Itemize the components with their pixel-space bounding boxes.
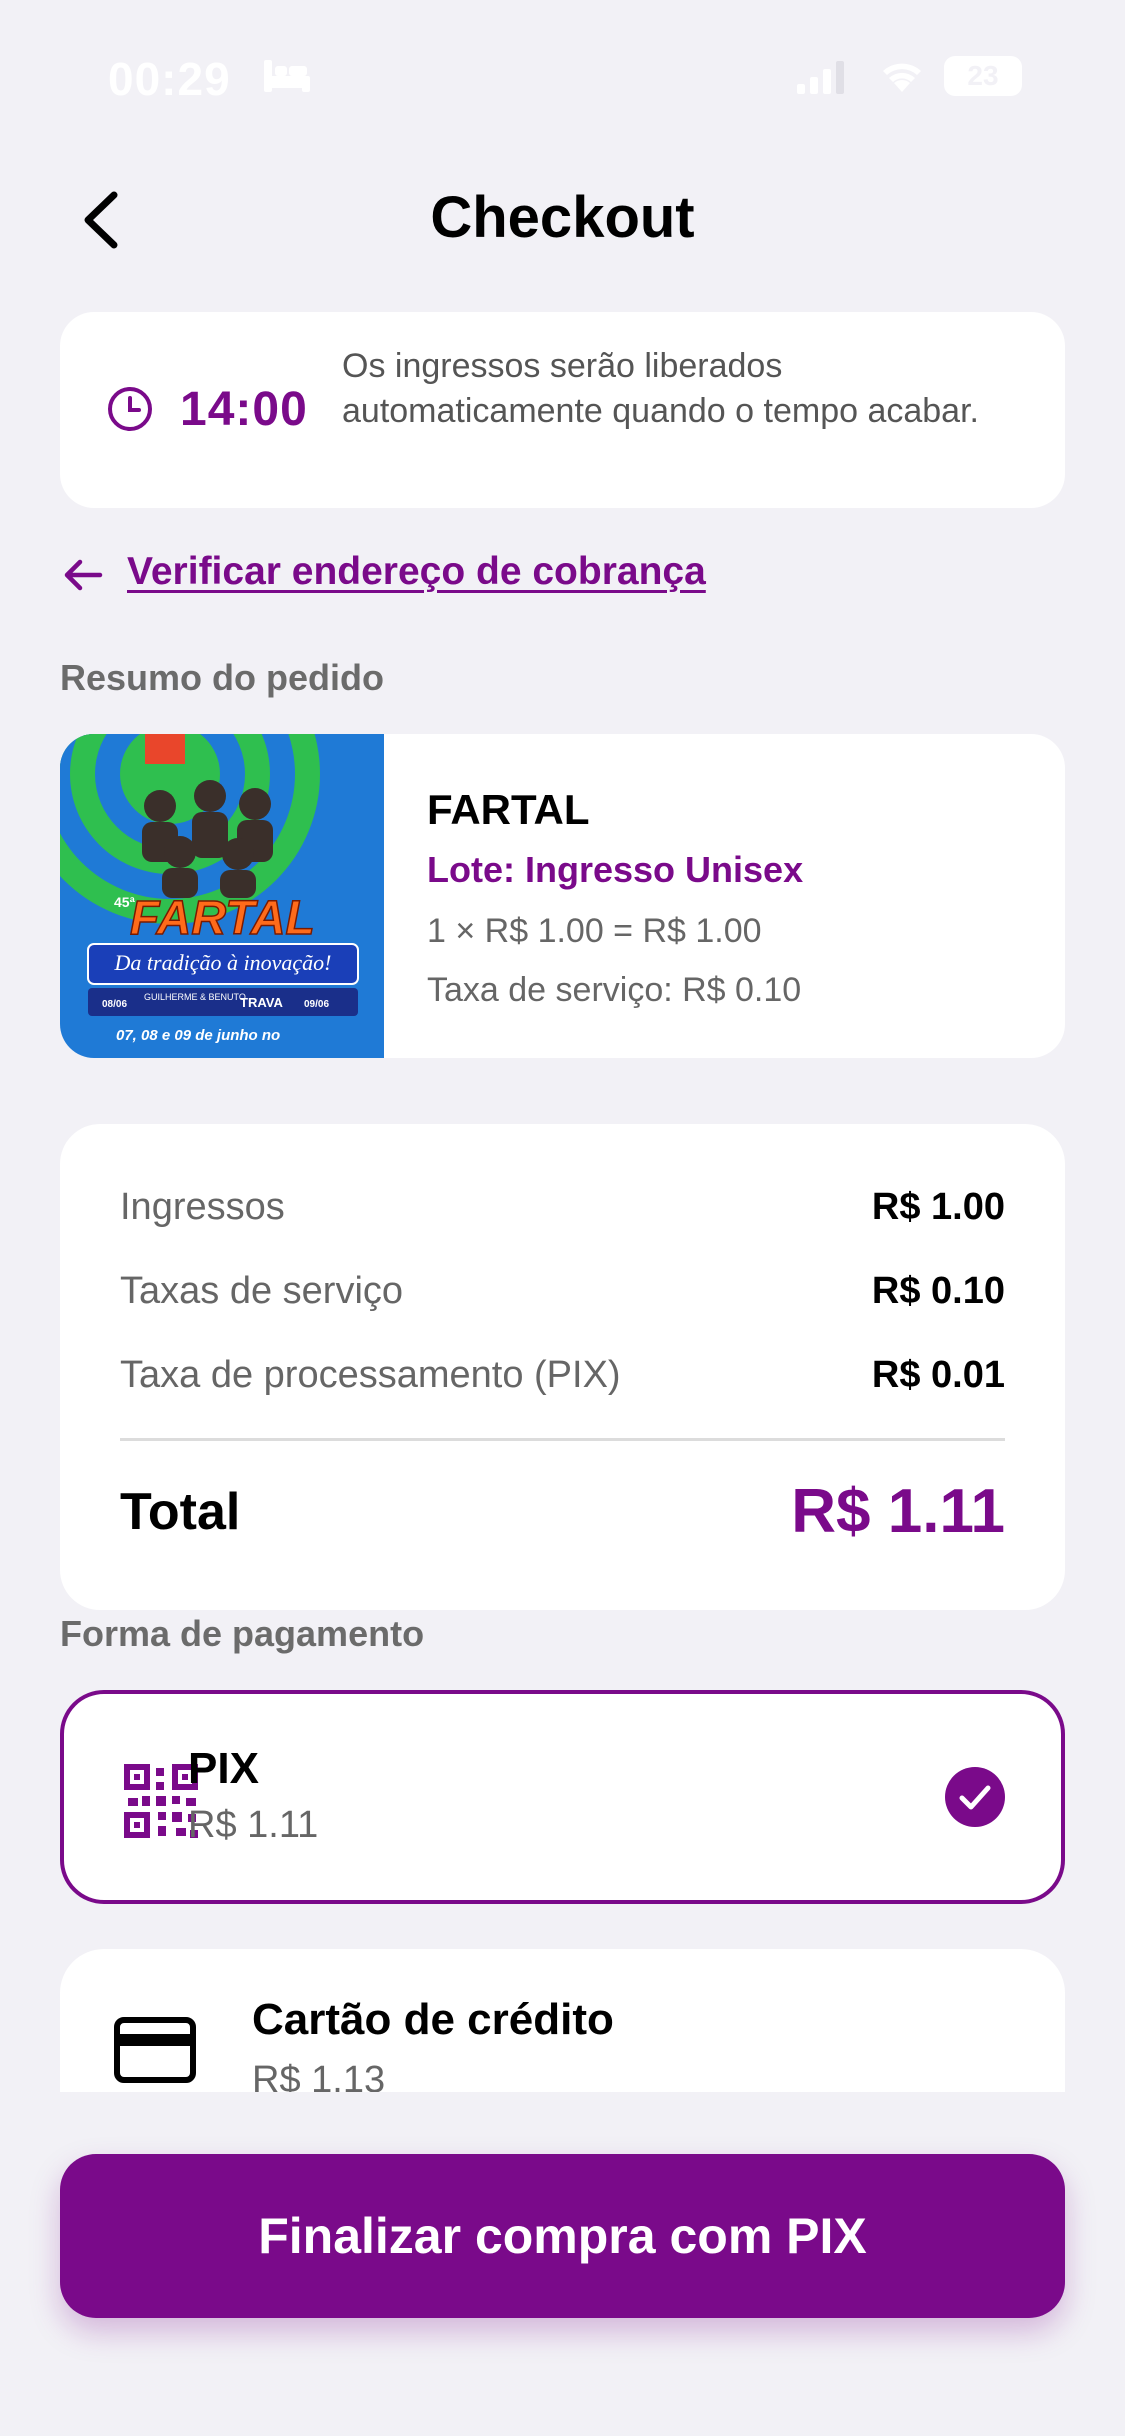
summary-label-tickets: Ingressos: [120, 1186, 285, 1228]
qr-code-icon: [124, 1764, 198, 1838]
poster-date-left: 08/06: [102, 999, 127, 1010]
timer-message: Os ingressos serão liberados automaticam…: [342, 347, 979, 430]
billing-address-link[interactable]: Verificar endereço de cobrança: [127, 550, 706, 594]
payment-option-pix[interactable]: PIX R$ 1.11: [60, 1690, 1065, 1904]
poster-artist-right: TRAVA: [240, 995, 283, 1010]
service-fee: Taxa de serviço: R$ 0.10: [427, 971, 802, 1009]
ticket-calculation: 1 × R$ 1.00 = R$ 1.00: [427, 912, 762, 950]
summary-label-service-fees: Taxas de serviço: [120, 1270, 404, 1312]
summary-value-tickets: R$ 1.00: [871, 1186, 1005, 1228]
payment-price-pix: R$ 1.11: [188, 1804, 319, 1846]
credit-card-icon: [114, 2017, 196, 2083]
bed-icon: [264, 60, 310, 92]
poster-tagline: Da tradição à inovação!: [114, 950, 332, 975]
status-time: 00:29: [108, 53, 231, 105]
timer-value: 14:00: [180, 383, 308, 436]
page-title: Checkout: [430, 185, 695, 250]
status-bar: 00:29 23: [0, 0, 1125, 150]
event-name: FARTAL: [427, 786, 590, 833]
total-value: R$ 1.11: [791, 1477, 1005, 1546]
finalize-purchase-button[interactable]: Finalizar compra com PIX: [60, 2154, 1065, 2318]
arrow-left-icon[interactable]: [62, 557, 104, 593]
summary-value-processing-fee: R$ 0.01: [871, 1354, 1005, 1396]
signal-icon: [797, 61, 844, 94]
payment-name-pix: PIX: [188, 1744, 259, 1793]
timer-card: 14:00 Os ingressos serão liberados autom…: [60, 312, 1065, 508]
ticket-lot: Lote: Ingresso Unisex: [427, 849, 804, 890]
event-poster-image: 45ª FARTAL Da tradição à inovação! 08/06…: [60, 734, 384, 1058]
total-label: Total: [120, 1483, 241, 1541]
wifi-icon: [883, 63, 921, 92]
payment-method-label: Forma de pagamento: [60, 1613, 425, 1654]
order-summary-label: Resumo do pedido: [60, 657, 384, 698]
check-icon: [945, 1767, 1005, 1827]
clock-icon: [108, 387, 152, 431]
poster-dates: 07, 08 e 09 de junho no: [116, 1027, 280, 1044]
summary-value-service-fees: R$ 0.10: [871, 1270, 1005, 1312]
summary-label-processing-fee: Taxa de processamento (PIX): [120, 1354, 621, 1396]
summary-divider: [120, 1438, 1005, 1441]
poster-date-right: 09/06: [304, 999, 329, 1010]
poster-title: FARTAL: [130, 892, 315, 945]
order-card: 45ª FARTAL Da tradição à inovação! 08/06…: [60, 734, 1065, 1058]
poster-artist-left: GUILHERME & BENUTO: [144, 992, 246, 1002]
price-summary-card: Ingressos R$ 1.00 Taxas de serviço R$ 0.…: [60, 1124, 1065, 1610]
battery-icon: 23: [944, 56, 1022, 96]
payment-name-credit-card: Cartão de crédito: [252, 1995, 614, 2044]
